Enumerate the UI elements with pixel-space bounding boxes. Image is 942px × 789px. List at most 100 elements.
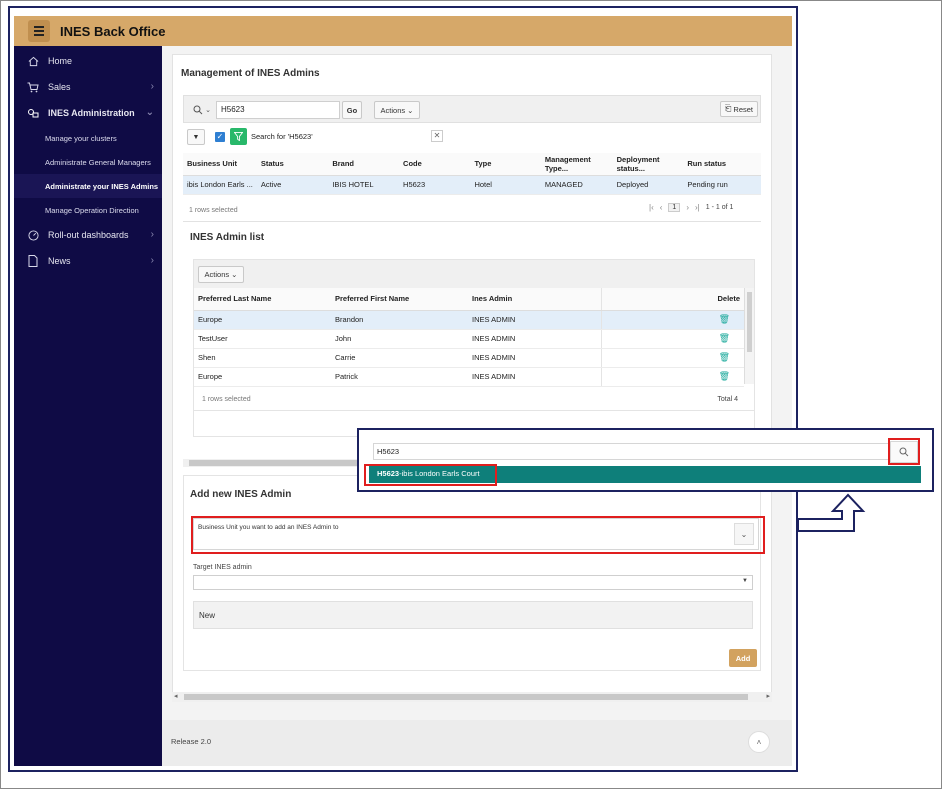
table-cell: Europe [194, 367, 331, 387]
new-admin-panel: New [193, 601, 753, 629]
sidebar-subitem-manage-clusters[interactable]: Manage your clusters [14, 126, 162, 150]
filter-collapse-button[interactable]: ▼ [187, 129, 205, 145]
search-input[interactable]: H5623 [216, 101, 340, 119]
pagination: |‹ ‹ 1 › ›| 1 - 1 of 1 [649, 203, 733, 212]
table-cell: Europe [194, 310, 331, 330]
table-row[interactable]: ibis London Earls ... Active IBIS HOTEL … [183, 175, 761, 195]
table-cell: Patrick [331, 367, 468, 387]
sidebar-item-news[interactable]: News › [14, 248, 162, 274]
table-cell: INES ADMIN [468, 367, 601, 387]
sidebar-item-rollout-dashboards[interactable]: Roll-out dashboards › [14, 222, 162, 248]
sidebar-item-label: INES Administration [48, 108, 135, 118]
sidebar-item-ines-administration[interactable]: INES Administration ⌄ [14, 100, 162, 126]
actions-label: Actions [380, 105, 406, 115]
table-cell: Shen [194, 348, 331, 368]
app-title: INES Back Office [60, 23, 166, 39]
scrollbar-thumb[interactable] [189, 460, 379, 466]
trash-icon[interactable]: 🗑 [719, 371, 730, 381]
table-cell: ibis London Earls ... [183, 175, 257, 195]
sidebar-subitem-operation-direction[interactable]: Manage Operation Direction [14, 198, 162, 222]
column-header[interactable]: Status [256, 153, 329, 176]
column-header[interactable]: Type [470, 153, 541, 176]
scrollbar-thumb[interactable] [747, 292, 752, 352]
reset-button[interactable]: ⎗ Reset [720, 101, 758, 117]
sidebar-subitem-ines-admins[interactable]: Administrate your INES Admins [14, 174, 162, 198]
table-cell: Deployed [612, 175, 684, 195]
previous-page-icon[interactable]: ‹ [660, 203, 663, 212]
table-row[interactable]: TestUser John INES ADMIN 🗑 [194, 329, 744, 349]
page-range: 1 - 1 of 1 [705, 204, 734, 211]
sidebar-item-label: Sales [48, 82, 71, 92]
scrollbar-thumb[interactable] [184, 694, 748, 700]
add-admin-title: Add new INES Admin [190, 489, 292, 500]
admin-icon [26, 106, 40, 120]
target-admin-select[interactable]: ▼ [193, 575, 753, 590]
table-cell: Active [256, 175, 329, 195]
table-header-row: Business Unit Status Brand Code Type Man… [183, 153, 761, 176]
sidebar-item-label: News [48, 256, 71, 266]
hamburger-menu-icon[interactable] [28, 20, 50, 42]
first-page-icon[interactable]: |‹ [649, 203, 654, 212]
add-admin-region [183, 475, 761, 671]
table-cell: H5623 [399, 175, 471, 195]
new-label: New [199, 611, 216, 620]
scroll-left-icon[interactable]: ◂ [174, 692, 178, 700]
go-button[interactable]: Go [342, 101, 362, 119]
column-header[interactable]: Preferred Last Name [194, 288, 331, 311]
column-header[interactable]: Delete [600, 288, 744, 311]
report-toolbar: ⌄ H5623 Go Actions ⌄ ⎗ Reset [183, 95, 761, 123]
current-page[interactable]: 1 [668, 203, 681, 212]
admin-actions-button[interactable]: Actions ⌄ [198, 266, 244, 283]
sidebar-item-home[interactable]: Home [14, 48, 162, 74]
chevron-down-icon: ⌄ [407, 105, 414, 115]
column-header[interactable]: Management Type... [540, 153, 613, 176]
table-row[interactable]: Europe Brandon INES ADMIN 🗑 [194, 310, 744, 330]
column-header[interactable]: Ines Admin [468, 288, 601, 311]
table-row[interactable]: Europe Patrick INES ADMIN 🗑 [194, 367, 744, 387]
horizontal-scrollbar[interactable] [183, 459, 383, 467]
reset-label: Reset [733, 104, 753, 114]
column-header[interactable]: Run status [683, 153, 761, 176]
table-cell: INES ADMIN [468, 329, 601, 349]
search-icon [193, 105, 203, 114]
rows-selected-text: 1 rows selected [189, 207, 238, 214]
last-page-icon[interactable]: ›| [695, 203, 700, 212]
business-unit-search-input[interactable]: H5623 [373, 443, 889, 460]
trash-icon[interactable]: 🗑 [719, 333, 730, 343]
column-header[interactable]: Deployment status... [612, 153, 684, 176]
sidebar-item-sales[interactable]: Sales › [14, 74, 162, 100]
highlight-search-result [364, 464, 497, 486]
callout-arrow-icon [797, 493, 866, 532]
release-text: Release 2.0 [171, 737, 212, 746]
scroll-right-icon[interactable]: ▸ [766, 692, 770, 700]
next-page-icon[interactable]: › [686, 203, 689, 212]
sidebar-subitem-general-managers[interactable]: Administrate General Managers [14, 150, 162, 174]
search-column-dropdown[interactable]: ⌄ [188, 101, 216, 118]
add-button[interactable]: Add [729, 649, 757, 667]
delete-cell: 🗑 [600, 310, 744, 330]
column-header[interactable]: Brand [328, 153, 400, 176]
scroll-top-icon[interactable]: ˄ [748, 731, 770, 753]
table-cell: Carrie [331, 348, 468, 368]
column-header[interactable]: Business Unit [183, 153, 257, 176]
trash-icon[interactable]: 🗑 [719, 314, 730, 324]
trash-icon[interactable]: 🗑 [719, 352, 730, 362]
actions-menu-button[interactable]: Actions ⌄ [374, 101, 420, 119]
vertical-scrollbar[interactable] [744, 288, 754, 384]
reset-icon: ⎗ [725, 104, 732, 113]
chevron-down-icon: ⌄ [205, 106, 211, 114]
page-horizontal-scrollbar[interactable]: ◂ ▸ [172, 692, 772, 702]
column-header[interactable]: Preferred First Name [331, 288, 468, 311]
admin-list-toolbar: Actions ⌄ [194, 260, 754, 288]
chevron-right-icon: › [150, 81, 154, 92]
chevron-down-icon: ⌄ [231, 270, 238, 279]
remove-filter-icon[interactable]: ✕ [431, 130, 443, 142]
rows-selected-text: 1 rows selected [202, 396, 251, 403]
table-row[interactable]: Shen Carrie INES ADMIN 🗑 [194, 348, 744, 368]
sidebar: Home Sales › INES Administration ⌄ Manag… [14, 46, 162, 766]
delete-cell: 🗑 [600, 367, 744, 387]
highlight-business-unit [191, 516, 765, 554]
table-cell: Pending run [683, 175, 761, 195]
column-header[interactable]: Code [399, 153, 471, 176]
filter-enable-checkbox[interactable]: ✓ [215, 132, 225, 142]
